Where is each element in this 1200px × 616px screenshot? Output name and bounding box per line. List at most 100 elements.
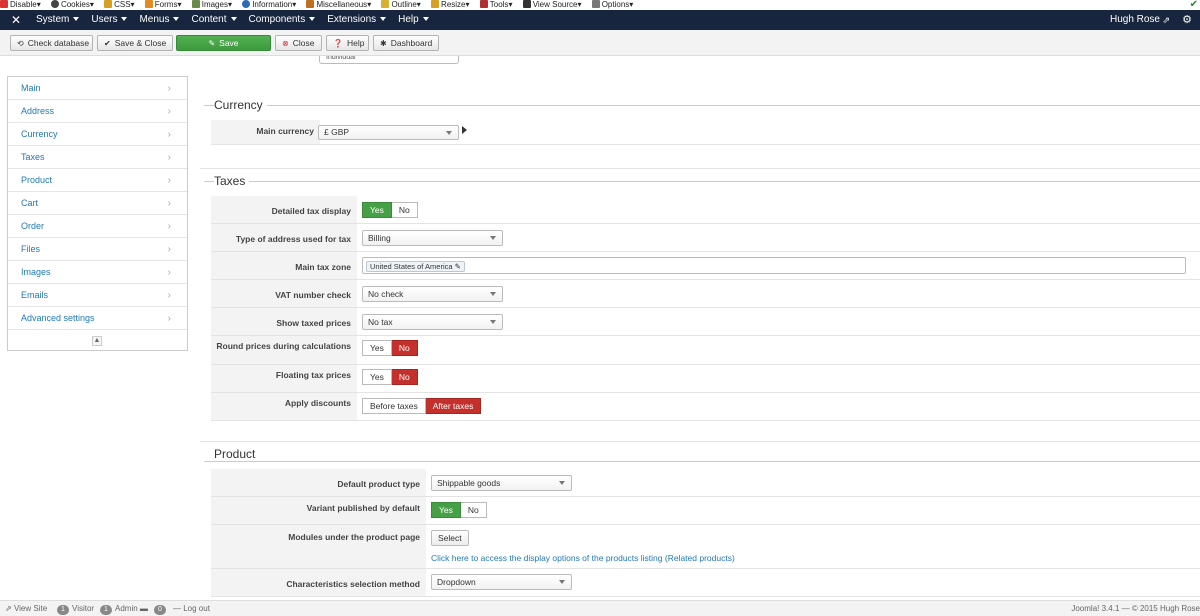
gear-icon[interactable]: ⚙ <box>1182 10 1192 30</box>
product-legend: Product <box>214 447 260 461</box>
row-detailed-tax-display: Detailed tax display Yes No <box>211 196 1200 224</box>
chevron-right-icon: › <box>167 129 171 140</box>
devbar-outline[interactable]: Outline▾ <box>381 0 421 10</box>
menu-components[interactable]: Components <box>249 10 316 30</box>
sidebar-item-product[interactable]: Product › <box>8 169 187 192</box>
row-modules-product-page: Modules under the product page Select Cl… <box>211 525 1200 569</box>
devbar-disable[interactable]: Disable▾ <box>0 0 41 10</box>
apply-discounts-after[interactable]: After taxes <box>425 398 482 414</box>
sidebar-item-order[interactable]: Order › <box>8 215 187 238</box>
close-button[interactable]: ⊗ Close <box>275 35 322 51</box>
user-name-link[interactable]: Hugh Rose <box>1110 10 1160 30</box>
joomla-logo-icon[interactable]: ✕ <box>10 14 22 26</box>
devbar-forms[interactable]: Forms▾ <box>144 0 181 10</box>
chevron-right-icon: › <box>167 106 171 117</box>
default-product-type-select[interactable]: Shippable goods <box>431 475 572 491</box>
play-arrow-icon[interactable] <box>462 126 467 134</box>
variant-published-yes[interactable]: Yes <box>431 502 461 518</box>
logout-link[interactable]: — Log out <box>173 601 210 616</box>
apply-discounts-before[interactable]: Before taxes <box>362 398 426 414</box>
row-characteristics-method: Characteristics selection method Dropdow… <box>211 569 1200 597</box>
tax-zone-tag[interactable]: United States of America ✎ <box>366 261 465 272</box>
sidebar-item-currency[interactable]: Currency › <box>8 123 187 146</box>
devbar-miscellaneous[interactable]: Miscellaneous▾ <box>306 0 371 10</box>
messages-count[interactable]: 0 <box>154 601 169 616</box>
dashboard-button[interactable]: ✱ Dashboard <box>373 35 439 51</box>
menu-users[interactable]: Users <box>91 10 128 30</box>
menu-help[interactable]: Help <box>398 10 429 30</box>
devbar-view-source[interactable]: View Source▾ <box>522 0 581 10</box>
pencil-icon[interactable]: ✎ <box>455 262 461 271</box>
menu-content[interactable]: Content <box>191 10 237 30</box>
round-prices-yes[interactable]: Yes <box>362 340 392 356</box>
row-address-type: Type of address used for tax Billing <box>211 224 1200 252</box>
apply-discounts-toggle: Before taxes After taxes <box>362 398 482 414</box>
row-main-currency: Main currency £ GBP <box>211 120 1200 145</box>
sidebar-item-emails[interactable]: Emails › <box>8 284 187 307</box>
check-database-button[interactable]: ⟲ Check database <box>10 35 93 51</box>
floating-tax-yes[interactable]: Yes <box>362 369 392 385</box>
view-site-link[interactable]: ⇗ View Site <box>5 601 47 616</box>
modules-select-button[interactable]: Select <box>431 530 469 546</box>
round-prices-no[interactable]: No <box>391 340 418 356</box>
sidebar-item-cart[interactable]: Cart › <box>8 192 187 215</box>
devbar-images[interactable]: Images▾ <box>191 0 232 10</box>
chevron-right-icon: › <box>167 175 171 186</box>
row-vat-check: VAT number check No check <box>211 280 1200 308</box>
check-icon: ✔ <box>1189 0 1198 10</box>
action-toolbar: ⟲ Check database ✔ Save & Close ✎ Save ⊗ Clo… <box>0 30 1200 56</box>
edit-icon: ✎ <box>208 39 216 48</box>
help-button[interactable]: ❓ Help <box>326 35 369 51</box>
sidebar-item-advanced-settings[interactable]: Advanced settings › <box>8 307 187 330</box>
related-products-link[interactable]: Click here to access the display options… <box>431 553 735 563</box>
sidebar-item-images[interactable]: Images › <box>8 261 187 284</box>
floating-tax-no[interactable]: No <box>391 369 418 385</box>
chevron-down-icon <box>230 17 237 21</box>
config-sidebar: Main › Address › Currency › Taxes › Product ›… <box>7 76 188 351</box>
taxes-legend: Taxes <box>214 174 250 188</box>
show-taxed-prices-select[interactable]: No tax <box>362 314 503 330</box>
main-tax-zone-label: Main tax zone <box>211 252 357 279</box>
dashboard-icon: ✱ <box>380 39 387 48</box>
sidebar-item-taxes[interactable]: Taxes › <box>8 146 187 169</box>
view-source-icon <box>522 0 531 8</box>
main-tax-zone-input[interactable]: United States of America ✎ <box>362 257 1186 274</box>
detailed-tax-display-yes[interactable]: Yes <box>362 202 392 218</box>
vat-check-select[interactable]: No check <box>362 286 503 302</box>
menu-extensions[interactable]: Extensions <box>327 10 387 30</box>
row-variant-published: Variant published by default Yes No <box>211 497 1200 525</box>
address-type-select[interactable]: Billing <box>362 230 503 246</box>
devbar-css[interactable]: CSS▾ <box>104 0 135 10</box>
characteristics-method-select[interactable]: Dropdown <box>431 574 572 590</box>
detailed-tax-display-no[interactable]: No <box>391 202 418 218</box>
forms-icon <box>144 0 153 8</box>
devbar-tools[interactable]: Tools▾ <box>479 0 512 10</box>
round-prices-label: Round prices during calculations <box>211 336 357 364</box>
save-button[interactable]: ✎ Save <box>176 35 271 51</box>
partial-select[interactable]: Individual <box>319 56 459 64</box>
sidebar-item-files[interactable]: Files › <box>8 238 187 261</box>
save-close-button[interactable]: ✔ Save & Close <box>97 35 173 51</box>
scroll-top-icon[interactable]: ▲ <box>92 336 102 346</box>
external-link-icon: ⇗ <box>5 604 12 613</box>
question-icon: ❓ <box>333 39 343 48</box>
chevron-down-icon <box>490 292 496 296</box>
envelope-icon[interactable]: ▬ <box>140 604 148 613</box>
devbar-options[interactable]: Options▾ <box>591 0 633 10</box>
sidebar-item-main[interactable]: Main › <box>8 77 187 100</box>
menu-menus[interactable]: Menus <box>139 10 180 30</box>
main-currency-select[interactable]: £ GBP <box>318 125 459 140</box>
devbar-cookies[interactable]: Cookies▾ <box>50 0 94 10</box>
variant-published-no[interactable]: No <box>460 502 487 518</box>
devbar-resize[interactable]: Resize▾ <box>431 0 470 10</box>
external-link-icon[interactable]: ⇗ <box>1162 10 1170 30</box>
menu-system[interactable]: System <box>36 10 80 30</box>
detailed-tax-display-label: Detailed tax display <box>211 196 357 223</box>
sidebar-item-address[interactable]: Address › <box>8 100 187 123</box>
product-divider <box>204 461 1200 462</box>
chevron-down-icon <box>309 17 316 21</box>
devbar-information[interactable]: Information▾ <box>242 0 296 10</box>
characteristics-method-label: Characteristics selection method <box>211 569 426 596</box>
main-menu: System Users Menus Content Components Ex… <box>36 10 441 30</box>
chevron-right-icon: › <box>167 290 171 301</box>
